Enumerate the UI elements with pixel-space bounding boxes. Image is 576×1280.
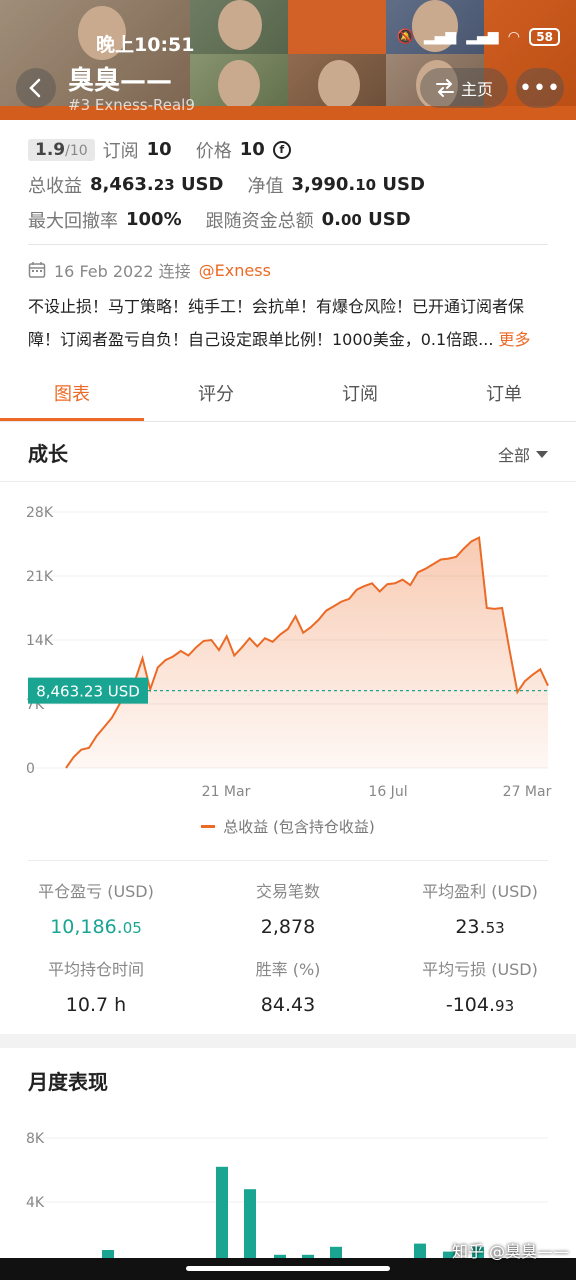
- drawdown-value: 100%: [126, 209, 182, 230]
- connect-info: 16 Feb 2022 连接 @Exness: [28, 258, 271, 282]
- chart-legend: 总收益 (包含持仓收益): [0, 816, 576, 837]
- x-tick-label: 16 Jul: [368, 784, 407, 800]
- battery-indicator: 58: [529, 28, 560, 46]
- legend-swatch: [201, 825, 216, 828]
- total-profit-label: 总收益: [28, 175, 82, 197]
- tab-subscribe[interactable]: 订阅: [288, 372, 432, 421]
- monthly-bar: [102, 1250, 114, 1258]
- monthly-bar: [330, 1246, 342, 1258]
- metric-label: 平仓盈亏 (USD): [38, 882, 154, 901]
- metric-label: 平均持仓时间: [47, 960, 144, 979]
- range-dropdown[interactable]: 全部: [498, 442, 548, 466]
- metrics-grid: 平仓盈亏 (USD) 10,186.05 交易笔数 2,878 平均盈利 (USD) 23…: [0, 880, 576, 1018]
- monthly-chart: 8K 4K: [26, 1131, 548, 1258]
- home-label: 主页: [460, 80, 493, 99]
- range-value: 全部: [497, 446, 530, 465]
- trader-name: 臭臭——: [68, 66, 173, 96]
- metric-label: 平均亏损 (USD): [422, 960, 538, 979]
- monthly-bar: [244, 1189, 256, 1258]
- connect-date: 16 Feb 2022 连接: [54, 262, 191, 281]
- coin-icon: f: [272, 140, 291, 159]
- y-tick-label: 4K: [26, 1195, 45, 1211]
- follow-funds-label: 跟随资金总额: [205, 210, 314, 232]
- metric-value: -104.93: [445, 994, 515, 1016]
- strategy-description: 不设止损！马丁策略！纯手工！会抗单！有爆仓风险！已开通订阅者保 障！订阅者盈亏自…: [28, 290, 558, 356]
- more-options-button[interactable]: •••: [516, 68, 564, 108]
- monthly-title: 月度表现: [28, 1070, 108, 1094]
- y-tick-label: 21K: [26, 569, 54, 585]
- trader-account: #3 Exness-Real9: [68, 96, 195, 114]
- signal-icon: ▂▄▆: [423, 29, 457, 45]
- growth-area: [66, 537, 548, 768]
- total-profit-value: 8,463.23 USD: [90, 174, 224, 195]
- growth-chart: 28K21K14K7K0 21 Mar 16 Jul 27 Mar 8,463.23…: [26, 505, 552, 800]
- divider: [28, 860, 548, 861]
- signal-icon: ▂▄▆: [466, 29, 499, 45]
- chevron-left-icon: [29, 78, 41, 98]
- home-button[interactable]: 主页: [420, 68, 508, 108]
- home-indicator[interactable]: [186, 1266, 390, 1271]
- tab-bar: 图表 评分 订阅 订单: [0, 372, 576, 422]
- subscribe-label: 订阅: [102, 140, 139, 162]
- rating-total: /10: [65, 142, 88, 159]
- follow-funds-value: 0.00 USD: [321, 209, 411, 230]
- monthly-bar: [216, 1166, 228, 1258]
- drawdown-label: 最大回撤率: [28, 210, 118, 232]
- metric-item: 交易笔数 2,878: [192, 880, 384, 940]
- metric-item: 平均亏损 (USD) -104.93: [384, 958, 576, 1018]
- drawdown-line: 最大回撤率 100% 跟随资金总额 0.00 USD: [28, 202, 558, 237]
- divider: [0, 481, 576, 482]
- y-tick-label: 28K: [26, 505, 54, 521]
- price-value: 10: [239, 139, 265, 160]
- metric-value: 10.7 h: [65, 994, 127, 1016]
- monthly-bar: [414, 1243, 426, 1258]
- rating-line: 1.9/10 订阅 10 价格 10 f: [28, 132, 558, 167]
- metric-value: 23.53: [455, 916, 505, 938]
- divider: [28, 244, 548, 245]
- caret-down-icon: [536, 450, 548, 458]
- description-line: 不设止损！马丁策略！纯手工！会抗单！有爆仓风险！已开通订阅者保: [28, 297, 525, 316]
- metric-item: 平仓盈亏 (USD) 10,186.05: [0, 880, 192, 940]
- current-value-label: 8,463.23 USD: [36, 683, 140, 701]
- equity-value: 3,990.10 USD: [291, 174, 425, 195]
- trader-stats: 1.9/10 订阅 10 价格 10 f 总收益 8,463.23 USD 净值…: [28, 132, 558, 237]
- swap-icon: [435, 79, 454, 97]
- metric-value: 2,878: [260, 916, 316, 938]
- metric-label: 交易笔数: [255, 882, 320, 901]
- y-tick-label: 14K: [26, 633, 54, 649]
- rating-badge: 1.9/10: [28, 138, 95, 161]
- mute-icon: 🔕: [396, 29, 414, 45]
- watermark: 知乎 @臭臭——: [452, 1242, 570, 1261]
- price-label: 价格: [195, 140, 232, 162]
- metric-item: 胜率 (%) 84.43: [192, 958, 384, 1018]
- more-link[interactable]: 更多: [499, 330, 531, 349]
- description-line: 障！订阅者盈亏自负！自己设定跟单比例！1000美金，0.1倍跟... 更多: [28, 330, 531, 349]
- y-tick-label: 8K: [26, 1131, 45, 1147]
- status-time: 晚上10:51: [96, 34, 195, 56]
- broker-link[interactable]: @Exness: [199, 261, 271, 280]
- x-tick-label: 21 Mar: [202, 784, 251, 800]
- calendar-icon: [28, 262, 46, 278]
- tab-orders[interactable]: 订单: [432, 372, 576, 421]
- growth-title: 成长: [28, 442, 68, 466]
- legend-label: 总收益 (包含持仓收益): [223, 818, 375, 836]
- tab-rating[interactable]: 评分: [144, 372, 288, 421]
- profit-line: 总收益 8,463.23 USD 净值 3,990.10 USD: [28, 167, 558, 202]
- metric-value: 10,186.05: [50, 916, 142, 938]
- x-tick-label: 27 Mar: [503, 784, 552, 800]
- section-gap: [0, 1034, 576, 1048]
- equity-label: 净值: [247, 175, 284, 197]
- subscribe-count: 10: [146, 139, 172, 160]
- tab-chart[interactable]: 图表: [0, 372, 144, 421]
- back-button[interactable]: [16, 68, 56, 108]
- status-icons: 🔕 ▂▄▆ ▂▄▆ ◠ 58: [396, 28, 560, 46]
- metric-label: 胜率 (%): [255, 960, 321, 979]
- y-tick-label: 0: [26, 761, 35, 777]
- rating-value: 1.9: [35, 139, 66, 160]
- metric-item: 平均盈利 (USD) 23.53: [384, 880, 576, 940]
- metric-item: 平均持仓时间 10.7 h: [0, 958, 192, 1018]
- metric-label: 平均盈利 (USD): [422, 882, 538, 901]
- wifi-icon: ◠: [508, 29, 520, 45]
- metric-value: 84.43: [260, 994, 316, 1016]
